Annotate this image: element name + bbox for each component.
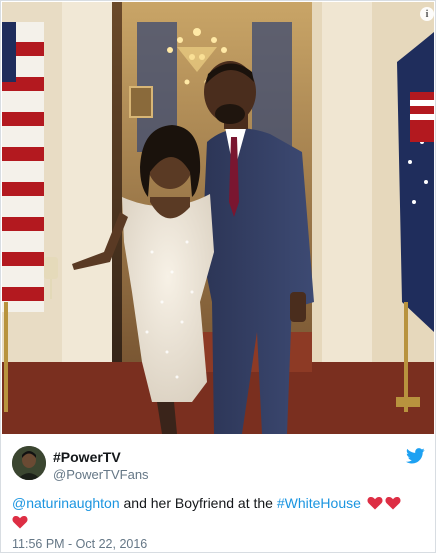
photo-image [2,2,434,434]
tweet-text: @naturinaughton and her Boyfriend at the… [12,494,422,532]
twitter-bird-icon[interactable] [406,448,425,464]
user-handle[interactable]: @PowerTVFans [53,467,149,482]
heart-icon [385,496,401,510]
tweet-card[interactable]: i #PowerTV @PowerTVFans @naturinaughton … [0,0,436,553]
display-name[interactable]: #PowerTV [53,449,121,465]
heart-icon [12,515,28,529]
avatar-image [12,446,46,480]
heart-icon [367,496,383,510]
mention-link[interactable]: @naturinaughton [12,495,120,511]
tweet-body-text: and her Boyfriend at the [119,495,277,511]
info-icon[interactable]: i [420,7,434,21]
avatar[interactable] [12,446,46,480]
tweet-photo[interactable]: i [2,2,434,434]
hashtag-link[interactable]: #WhiteHouse [277,495,361,511]
tweet-timestamp[interactable]: 11:56 PM - Oct 22, 2016 [12,537,147,551]
